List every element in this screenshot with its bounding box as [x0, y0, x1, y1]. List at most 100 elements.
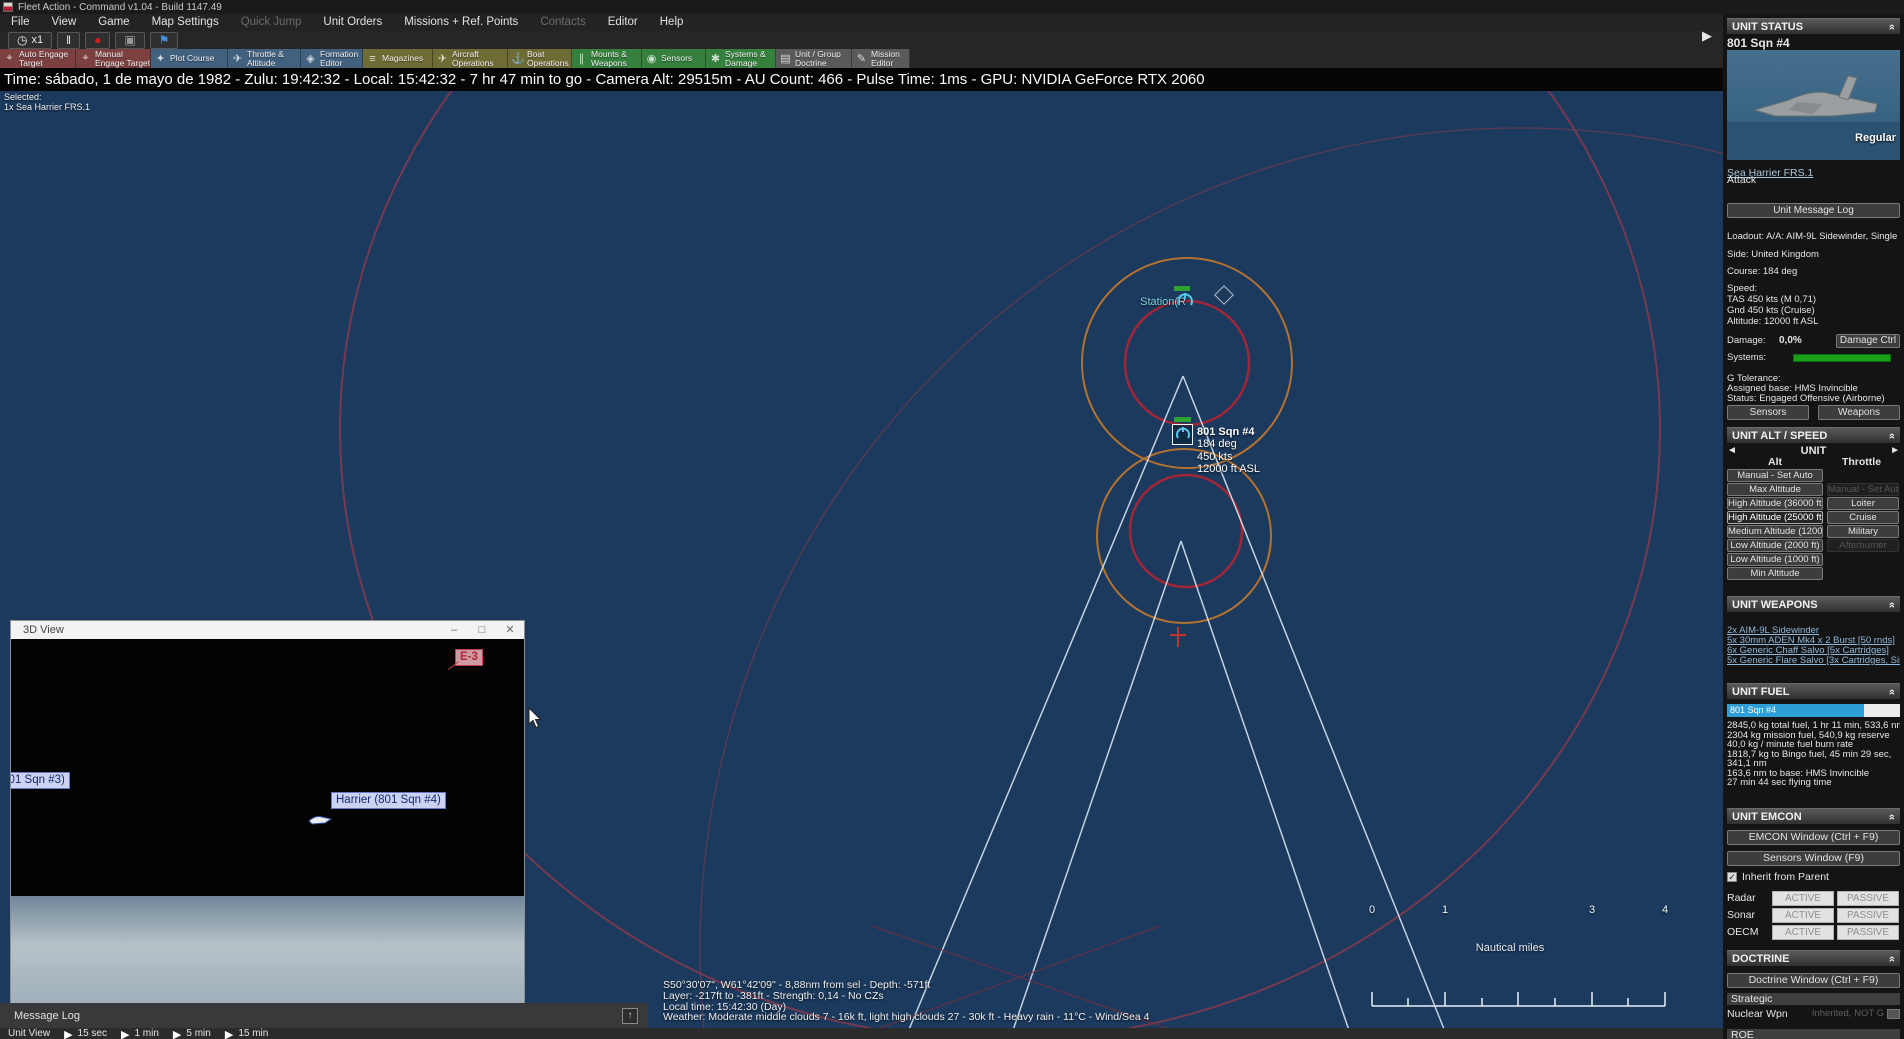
alt-min-button[interactable]: Min Altitude — [1727, 567, 1823, 580]
checkbox-icon[interactable]: ✓ — [1727, 872, 1737, 882]
alt-low2000-button[interactable]: Low Altitude (2000 ft) — [1727, 539, 1823, 552]
left-arrow-icon[interactable]: ◄ — [1727, 445, 1737, 456]
taskbar-unit-view[interactable]: Unit View — [8, 1028, 50, 1039]
sonar-passive-button[interactable]: PASSIVE — [1837, 908, 1899, 923]
oecm-active-button[interactable]: ACTIVE — [1772, 925, 1834, 940]
taskbar-15sec[interactable]: ▶15 sec — [64, 1028, 107, 1039]
unit-altitude: Altitude: 12000 ft ASL — [1727, 316, 1900, 327]
time-compression-button[interactable]: ◷ x1 — [8, 32, 52, 49]
weapon-link[interactable]: 6x Generic Chaff Salvo [5x Cartridges] — [1727, 646, 1900, 656]
radar-passive-button[interactable]: PASSIVE — [1837, 891, 1899, 906]
alt-high25000-button[interactable]: High Altitude (25000 ft) — [1727, 511, 1823, 524]
unit-type-link[interactable]: Sea Harrier FRS.1 — [1727, 163, 1900, 174]
contact-label-e3[interactable]: E-3 — [455, 649, 483, 666]
throttle-military-button[interactable]: Military — [1827, 525, 1899, 538]
menu-unit-orders[interactable]: Unit Orders — [312, 14, 393, 31]
throttle-altitude-button[interactable]: ✈ Throttle &Altitude — [228, 49, 301, 68]
throttle-loiter-button[interactable]: Loiter — [1827, 497, 1899, 510]
collapse-icon[interactable]: » — [1884, 602, 1900, 608]
sidebar-expand-icon[interactable]: ▶ — [1702, 28, 1712, 44]
unit-photo: Regular — [1727, 50, 1900, 160]
g-tolerance: G Tolerance: — [1727, 374, 1900, 384]
3d-view-window[interactable]: 3D View – □ ✕ E-3 Harrier (801 Sqn #3) H… — [10, 620, 525, 1005]
taskbar-1min[interactable]: ▶1 min — [121, 1028, 159, 1039]
unit-status-header[interactable]: UNIT STATUS » — [1727, 18, 1900, 34]
pause-button[interactable]: ‖ — [57, 32, 80, 49]
close-icon[interactable]: ✕ — [496, 621, 524, 639]
auto-engage-target-button[interactable]: ⌖ Auto EngageTarget — [0, 49, 76, 68]
weapon-link[interactable]: 5x Generic Flare Salvo [3x Cartridges, S… — [1727, 656, 1900, 666]
throttle-cruise-button[interactable]: Cruise — [1827, 511, 1899, 524]
weapon-link[interactable]: 5x 30mm ADEN Mk4 x 2 Burst [50 rnds] — [1727, 636, 1900, 646]
systems-icon: ✱ — [709, 52, 722, 65]
weapon-link[interactable]: 2x AIM-9L Sidewinder — [1727, 626, 1900, 636]
menu-game[interactable]: Game — [87, 14, 140, 31]
radar-active-button[interactable]: ACTIVE — [1772, 891, 1834, 906]
alt-medium-button[interactable]: Medium Altitude (12000 ft) — [1727, 525, 1823, 538]
menu-help[interactable]: Help — [649, 14, 695, 31]
assigned-base: Assigned base: HMS Invincible — [1727, 384, 1900, 394]
3d-viewport[interactable]: E-3 Harrier (801 Sqn #3) Harrier (801 Sq… — [11, 639, 524, 1005]
selected-label: Selected: — [4, 92, 90, 102]
nuclear-toggle[interactable] — [1887, 1009, 1900, 1019]
unit-label-sqn4[interactable]: Harrier (801 Sqn #4) — [331, 792, 446, 809]
unit-group-doctrine-button[interactable]: ▤ Unit / GroupDoctrine — [776, 49, 852, 68]
weapons-panel-button[interactable]: Weapons — [1818, 405, 1900, 420]
alt-manual-button[interactable]: Manual - Set Auto — [1727, 469, 1823, 482]
doctrine-header[interactable]: DOCTRINE » — [1727, 950, 1900, 966]
unit-fuel-header[interactable]: UNIT FUEL » — [1727, 683, 1900, 699]
unit-message-log-button[interactable]: Unit Message Log — [1727, 203, 1900, 218]
collapse-icon[interactable]: » — [1884, 433, 1900, 439]
oecm-passive-button[interactable]: PASSIVE — [1837, 925, 1899, 940]
throttle-manual-button: Manual - Set Auto — [1827, 483, 1899, 496]
collapse-icon[interactable]: » — [1884, 689, 1900, 695]
menu-map-settings[interactable]: Map Settings — [141, 14, 230, 31]
maximize-icon[interactable]: □ — [468, 621, 496, 639]
taskbar-15min[interactable]: ▶15 min — [225, 1028, 268, 1039]
menu-file[interactable]: File — [0, 14, 41, 31]
unit-label-sqn3[interactable]: Harrier (801 Sqn #3) — [11, 772, 70, 789]
play-icon: ▶ — [64, 1028, 72, 1039]
unit-emcon-header[interactable]: UNIT EMCON » — [1727, 808, 1900, 824]
inherit-from-parent-row[interactable]: ✓ Inherit from Parent — [1727, 871, 1900, 883]
sensors-button[interactable]: ◉ Sensors — [642, 49, 706, 68]
unit-weapons-header[interactable]: UNIT WEAPONS » — [1727, 596, 1900, 612]
minimize-icon[interactable]: – — [440, 621, 468, 639]
menu-missions-ref-points[interactable]: Missions + Ref. Points — [393, 14, 529, 31]
plot-course-icon: ✦ — [154, 52, 167, 65]
formation-editor-button[interactable]: ◈ FormationEditor — [301, 49, 363, 68]
mounts-weapons-button[interactable]: ∥ Mounts &Weapons — [572, 49, 642, 68]
sonar-active-button[interactable]: ACTIVE — [1772, 908, 1834, 923]
camera-button[interactable]: ▣ — [115, 32, 144, 49]
unit-alt-speed-header[interactable]: UNIT ALT / SPEED » — [1727, 427, 1900, 443]
sensors-panel-button[interactable]: Sensors — [1727, 405, 1809, 420]
magazines-button[interactable]: ≡ Magazines — [363, 49, 433, 68]
unit-speed-gnd: Gnd 450 kts (Cruise) — [1727, 305, 1900, 316]
collapse-icon[interactable]: » — [1884, 813, 1900, 819]
boat-operations-button[interactable]: ⚓ BoatOperations — [508, 49, 572, 68]
systems-damage-button[interactable]: ✱ Systems &Damage — [706, 49, 776, 68]
doctrine-window-button[interactable]: Doctrine Window (Ctrl + F9) — [1727, 973, 1900, 988]
3d-view-title-bar[interactable]: 3D View – □ ✕ — [11, 621, 524, 639]
alt-low1000-button[interactable]: Low Altitude (1000 ft) — [1727, 553, 1823, 566]
menu-editor[interactable]: Editor — [597, 14, 649, 31]
aircraft-operations-button[interactable]: ✈ AircraftOperations — [433, 49, 508, 68]
alt-max-button[interactable]: Max Altitude — [1727, 483, 1823, 496]
sensors-window-button[interactable]: Sensors Window (F9) — [1727, 851, 1900, 866]
emcon-window-button[interactable]: EMCON Window (Ctrl + F9) — [1727, 830, 1900, 845]
selected-unit-symbol[interactable] — [1172, 424, 1193, 445]
mission-editor-button[interactable]: ✎ MissionEditor — [852, 49, 910, 68]
message-log-expand-button[interactable]: ↑ — [622, 1008, 638, 1024]
message-log-bar[interactable]: Message Log ↑ — [0, 1003, 648, 1028]
collapse-icon[interactable]: » — [1884, 24, 1900, 30]
record-button[interactable]: ● — [85, 32, 110, 49]
manual-engage-target-button[interactable]: ⌖ ManualEngage Target — [76, 49, 151, 68]
plot-course-button[interactable]: ✦ Plot Course — [151, 49, 228, 68]
collapse-icon[interactable]: » — [1884, 955, 1900, 961]
menu-view[interactable]: View — [41, 14, 88, 31]
alt-high36000-button[interactable]: High Altitude (36000 ft) — [1727, 497, 1823, 510]
taskbar-5min[interactable]: ▶5 min — [173, 1028, 211, 1039]
pin-button[interactable]: ⚑ — [150, 32, 179, 49]
damage-ctrl-button[interactable]: Damage Ctrl — [1836, 334, 1900, 348]
right-arrow-icon[interactable]: ► — [1890, 445, 1900, 456]
